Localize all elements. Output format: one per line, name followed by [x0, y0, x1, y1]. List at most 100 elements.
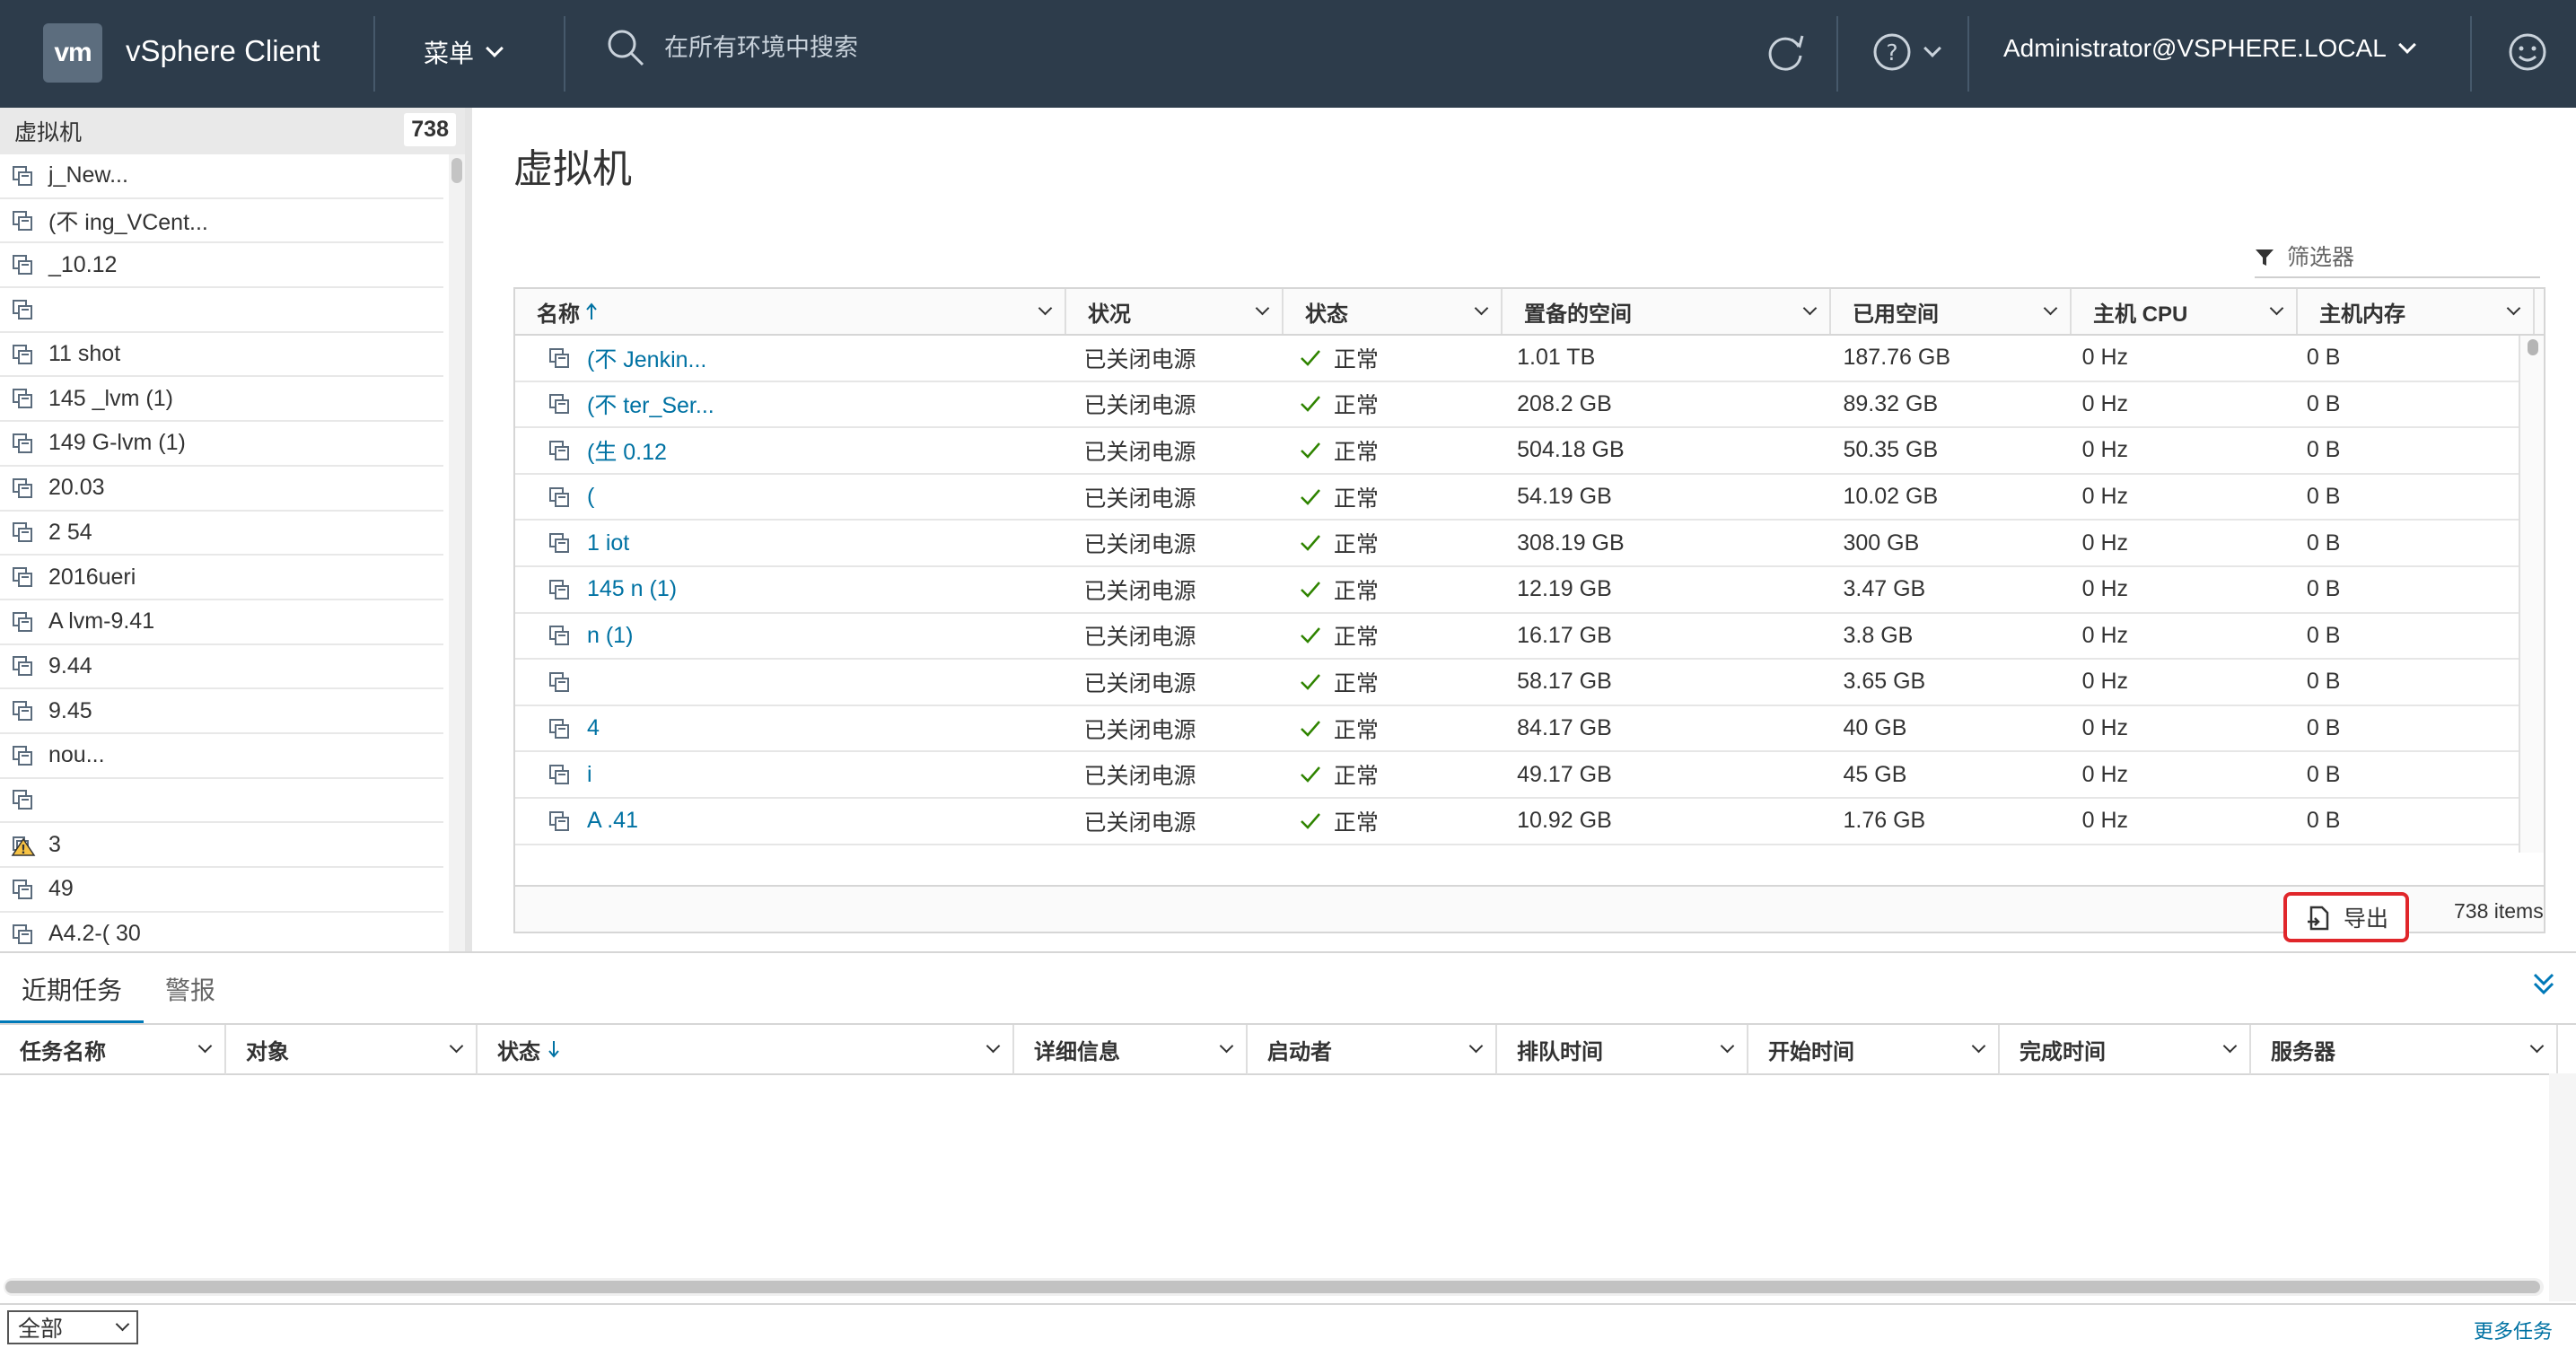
- mem-cell: 0 B: [2306, 622, 2341, 648]
- feedback-button[interactable]: [2506, 27, 2549, 83]
- menu-dropdown[interactable]: 菜单: [424, 34, 504, 70]
- table-row[interactable]: 已关闭电源 正常 58.17 GB 3.65 GB 0 Hz 0 B: [515, 660, 2520, 706]
- header-divider: [2470, 16, 2472, 92]
- sidebar-vm-item[interactable]: _10.12: [0, 243, 443, 289]
- task-column-header[interactable]: 完成时间: [2000, 1025, 2251, 1075]
- column-header[interactable]: 名称: [515, 289, 1066, 334]
- sidebar-title: 虚拟机: [14, 120, 83, 145]
- task-column-header[interactable]: 对象: [226, 1025, 478, 1075]
- status-cell: 正常: [1278, 713, 1495, 745]
- table-row[interactable]: A4. 4已关闭电源正常10.17 GB1.19 GB0 Hz0 B: [515, 845, 2520, 853]
- sidebar-scrollbar[interactable]: [449, 154, 465, 951]
- global-search[interactable]: [605, 27, 1203, 68]
- sidebar-vm-item[interactable]: A lvm-9.41: [0, 600, 443, 645]
- vm-name-link[interactable]: A .41: [587, 808, 638, 834]
- task-column-header[interactable]: 启动者: [1248, 1025, 1497, 1075]
- table-row[interactable]: (已关闭电源 正常 54.19 GB 10.02 GB 0 Hz 0 B: [515, 475, 2520, 521]
- task-filter-select[interactable]: 全部: [7, 1310, 138, 1344]
- provisioned-cell: 208.2 GB: [1517, 390, 1612, 416]
- filter-field[interactable]: [2255, 239, 2540, 278]
- user-menu[interactable]: Administrator@VSPHERE.LOCAL: [2003, 34, 2416, 63]
- help-menu[interactable]: ?: [1871, 27, 1941, 77]
- table-row[interactable]: 1 iot 已关闭电源 正常 308.19 GB 300 GB 0 Hz 0 B: [515, 521, 2520, 567]
- sidebar-vm-item[interactable]: 9.44: [0, 645, 443, 690]
- sidebar-vm-item[interactable]: A4.2-( 30: [0, 913, 443, 951]
- grid-scrollbar[interactable]: [2519, 336, 2544, 853]
- status-cell: 正常: [1278, 805, 1495, 837]
- task-column-header[interactable]: 状态: [478, 1025, 1014, 1075]
- sidebar-vm-item[interactable]: 20.03: [0, 467, 443, 512]
- filter-input[interactable]: [2287, 244, 2520, 271]
- table-row[interactable]: 145 n (1) 已关闭电源 正常 12.19 GB 3.47 GB 0 Hz 0 B: [515, 567, 2520, 614]
- app-title[interactable]: vSphere Client: [126, 34, 320, 68]
- column-header[interactable]: 状态: [1284, 289, 1503, 334]
- condition-cell: 已关闭电源: [1083, 486, 1196, 512]
- vm-name-link[interactable]: 1 iot: [587, 530, 629, 556]
- sidebar-vm-item[interactable]: [0, 779, 443, 824]
- status-text: 正常: [1333, 393, 1379, 419]
- sidebar-vm-item[interactable]: 2016ueri: [0, 556, 443, 600]
- table-row[interactable]: n (1) 已关闭电源 正常 16.17 GB 3.8 GB 0 Hz 0 B: [515, 614, 2520, 661]
- column-header[interactable]: 已用空间: [1831, 289, 2072, 334]
- table-row[interactable]: 4 已关闭电源 正常 84.17 GB 40 GB 0 Hz 0 B: [515, 706, 2520, 753]
- vm-name-link[interactable]: (生 0.12: [587, 434, 667, 467]
- tasks-horizontal-scrollbar[interactable]: [4, 1278, 2544, 1296]
- sidebar-vm-item[interactable]: 149 G-lvm (1): [0, 422, 443, 467]
- export-button[interactable]: 导出: [2283, 892, 2409, 942]
- sidebar-vm-item[interactable]: (不 ing_VCent...: [0, 199, 443, 244]
- vm-name-link[interactable]: (不 Jenkin...: [587, 342, 706, 374]
- refresh-button[interactable]: [1765, 27, 1806, 83]
- task-column-header[interactable]: 任务名称: [0, 1025, 226, 1075]
- collapse-panel-button[interactable]: [2531, 969, 2556, 1004]
- task-column-header[interactable]: 详细信息: [1014, 1025, 1248, 1075]
- sidebar-vm-item[interactable]: j_New...: [0, 154, 443, 199]
- column-header-label: 名称: [537, 302, 580, 327]
- column-header[interactable]: 主机 CPU: [2072, 289, 2298, 334]
- sidebar-vm-item[interactable]: [0, 288, 443, 333]
- condition-cell: 已关闭电源: [1063, 851, 1278, 853]
- sidebar-vm-item[interactable]: 2 54: [0, 512, 443, 556]
- tab-recent-tasks[interactable]: 近期任务: [0, 953, 145, 1025]
- table-row[interactable]: (不 Jenkin... 已关闭电源 正常 1.01 TB 187.76 GB 0 Hz 0…: [515, 336, 2520, 382]
- vm-name-link[interactable]: n (1): [587, 623, 633, 649]
- used-cell: 187.76 GB: [1843, 345, 1951, 371]
- sidebar-vm-label: 2016ueri: [48, 564, 136, 590]
- vm-name-link[interactable]: i: [587, 762, 592, 788]
- sidebar-vm-item[interactable]: nou...: [0, 734, 443, 779]
- column-header[interactable]: 置备的空间: [1503, 289, 1831, 334]
- sidebar-vm-item[interactable]: 49: [0, 868, 443, 913]
- table-row[interactable]: A .41 已关闭电源 正常 10.92 GB 1.76 GB 0 Hz 0 B: [515, 799, 2520, 845]
- sidebar-vm-item[interactable]: ! 3: [0, 823, 443, 868]
- column-header[interactable]: 状况: [1066, 289, 1284, 334]
- sort-descending-icon: [548, 1041, 559, 1058]
- vm-logo[interactable]: vm: [43, 23, 102, 83]
- sidebar-vm-item[interactable]: 145 _lvm (1): [0, 377, 443, 423]
- used-cell: 3.47 GB: [1843, 576, 1926, 602]
- column-header[interactable]: 主机内存: [2298, 289, 2535, 334]
- tasks-vertical-scrollbar[interactable]: [2549, 1073, 2576, 1301]
- task-column-header[interactable]: 排队时间: [1497, 1025, 1748, 1075]
- vm-name-link[interactable]: (: [587, 484, 594, 510]
- vm-name-link[interactable]: 145 n (1): [587, 576, 677, 602]
- task-column-header[interactable]: 开始时间: [1748, 1025, 2000, 1075]
- svg-text:!: !: [21, 844, 26, 857]
- scroll-thumb[interactable]: [451, 158, 462, 183]
- table-row[interactable]: (不 ter_Ser... 已关闭电源 正常 208.2 GB 89.32 GB 0 Hz…: [515, 382, 2520, 429]
- vm-name-link[interactable]: 4: [587, 715, 600, 741]
- condition-cell: 已关闭电源: [1083, 810, 1196, 836]
- sidebar-vm-item[interactable]: 11 shot: [0, 333, 443, 378]
- scroll-thumb[interactable]: [2528, 339, 2538, 355]
- scroll-thumb[interactable]: [5, 1281, 2540, 1293]
- vm-name-link[interactable]: (不 ter_Ser...: [587, 388, 714, 420]
- task-column-header[interactable]: 服务器: [2251, 1025, 2558, 1075]
- column-header-label: 置备的空间: [1524, 302, 1632, 327]
- table-row[interactable]: (生 0.12 已关闭电源 正常 504.18 GB 50.35 GB 0 Hz 0 B: [515, 428, 2520, 475]
- condition-cell: 已关闭电源: [1083, 578, 1196, 604]
- tab-alarms[interactable]: 警报: [144, 953, 237, 1025]
- more-tasks-link[interactable]: 更多任务: [2474, 1316, 2553, 1344]
- table-row[interactable]: i 已关闭电源 正常 49.17 GB 45 GB 0 Hz 0 B: [515, 752, 2520, 799]
- search-input[interactable]: [664, 33, 1203, 62]
- condition-cell: 已关闭电源: [1083, 439, 1196, 465]
- sidebar-vm-item[interactable]: 9.45: [0, 689, 443, 734]
- sidebar-vm-label: 49: [48, 876, 74, 902]
